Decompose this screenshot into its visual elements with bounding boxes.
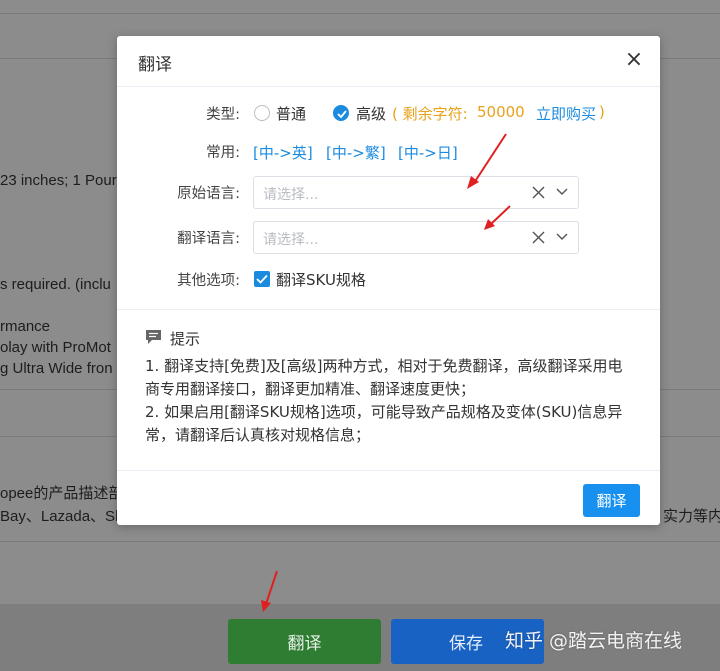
chevron-down-icon[interactable] [556,233,568,241]
bg-text: opee的产品描述部 [0,485,124,502]
bottom-translate-button[interactable]: 翻译 [228,619,381,664]
dialog-header: 翻译 × [117,36,660,87]
bg-text: g Ultra Wide fron [0,360,113,377]
target-language-placeholder: 请选择... [263,232,319,248]
sku-option-label: 翻译SKU规格 [276,271,366,289]
radio-normal-label: 普通 [276,105,307,123]
close-icon[interactable]: × [622,48,646,72]
quick-link-zh-tw[interactable]: [中->繁] [326,142,386,163]
check-icon [337,110,347,119]
tip-line: 2. 如果启用[翻译SKU规格]选项，可能导致产品规格及变体(SKU)信息异 [145,403,623,421]
dialog-title: 翻译 [138,55,172,75]
check-icon [256,274,268,284]
buy-now-link[interactable]: 立即购买 [536,103,596,124]
remaining-chars-count: 50000 [477,103,525,121]
clear-icon[interactable] [532,186,545,199]
radio-advanced-label: 高级 [356,105,387,123]
bg-text: Bay、Lazada、Sh [0,508,124,525]
common-label: 常用: [206,145,240,161]
bg-text: olay with ProMot [0,339,111,356]
tips-title: 提示 [170,330,201,348]
sku-checkbox[interactable] [254,271,270,287]
dialog-divider [117,309,660,310]
quick-link-zh-en[interactable]: [中->英] [253,142,313,163]
bg-text: 实力等内 [663,508,720,525]
source-language-placeholder: 请选择... [263,187,319,203]
target-language-select[interactable]: 请选择... [253,221,579,254]
translate-dialog: 翻译 × 类型: 普通 高级 ( 剩余字符: 50000 立即购买 ) 常用: … [117,36,660,525]
dialog-footer-divider [117,470,660,471]
bg-text: 23 inches; 1 Pour [0,172,117,189]
message-icon [146,330,161,344]
remaining-chars-label: ( 剩余字符: [392,105,468,123]
tip-line: 1. 翻译支持[免费]及[高级]两种方式，相对于免费翻译，高级翻译采用电 [145,357,623,375]
bg-divider [0,541,720,542]
type-label: 类型: [206,107,240,123]
bg-text: rmance [0,318,51,335]
annotation-arrow-icon [261,570,278,612]
chevron-down-icon[interactable] [556,188,568,196]
clear-icon[interactable] [532,231,545,244]
quick-link-zh-ja[interactable]: [中->日] [398,142,458,163]
bg-text: s required. (inclu [0,276,111,293]
dialog-translate-button[interactable]: 翻译 [583,484,640,517]
watermark: 知乎 @踏云电商在线 [505,630,683,652]
radio-normal[interactable] [254,105,270,121]
annotation-arrow-icon [467,133,507,189]
annotation-arrow-icon [484,205,511,230]
source-language-select[interactable]: 请选择... [253,176,579,209]
tip-line: 常，请翻译后认真核对规格信息； [145,426,371,444]
tip-line: 商专用翻译接口，翻译更加精准、翻译速度更快； [145,380,476,398]
remaining-chars-close: ) [599,103,605,121]
other-options-label: 其他选项: [177,273,240,289]
radio-advanced[interactable] [333,105,349,121]
target-language-label: 翻译语言: [177,231,240,247]
source-language-label: 原始语言: [177,186,240,202]
bg-divider [0,13,720,14]
